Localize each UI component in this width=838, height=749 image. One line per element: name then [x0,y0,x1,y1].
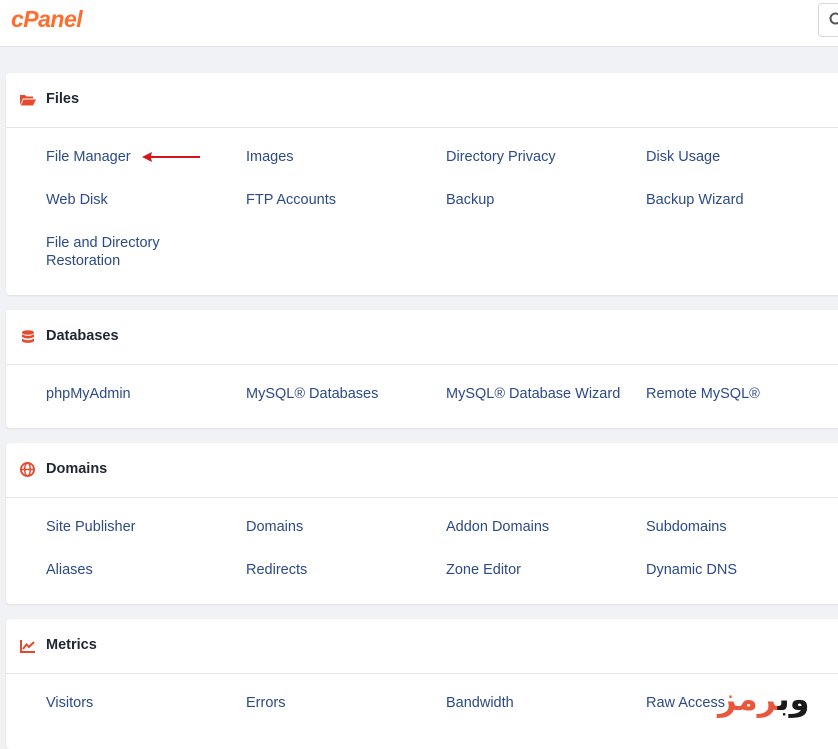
redirects-link[interactable]: Redirects [246,561,307,579]
section-title: Metrics [46,637,97,653]
top-bar: cPanel [0,0,838,47]
disk-usage-link[interactable]: Disk Usage [646,148,720,166]
addon-domains-link[interactable]: Addon Domains [446,518,549,536]
search-button[interactable] [818,3,838,37]
remote-mysql-link[interactable]: Remote MySQL® [646,385,760,403]
errors-link[interactable]: Errors [246,694,285,712]
phpmyadmin-link[interactable]: phpMyAdmin [46,385,131,403]
section-title: Files [46,91,79,107]
raw-access-link[interactable]: Raw Access [646,694,725,712]
aliases-link[interactable]: Aliases [46,561,93,579]
search-icon [829,12,838,28]
file-manager-link[interactable]: File Manager [46,148,131,166]
arrow-annotation-icon [140,150,202,164]
section-title: Databases [46,328,119,344]
cpanel-logo[interactable]: cPanel [11,6,82,33]
databases-section-header[interactable]: Databases [6,310,838,365]
domains-section: Domains Site Publisher Domains Addon Dom… [6,443,838,604]
zone-editor-link[interactable]: Zone Editor [446,561,521,579]
metrics-section-header[interactable]: Metrics [6,619,838,674]
backup-wizard-link[interactable]: Backup Wizard [646,191,744,209]
file-directory-restoration-link[interactable]: File and Directory Restoration [46,234,186,270]
mysql-database-wizard-link[interactable]: MySQL® Database Wizard [446,385,620,403]
backup-link[interactable]: Backup [446,191,494,209]
metrics-section: Metrics Visitors Errors Bandwidth Raw Ac… [6,619,838,749]
files-section: Files File Manager Images Directory Priv… [6,73,838,295]
globe-icon [20,462,35,477]
mysql-databases-link[interactable]: MySQL® Databases [246,385,378,403]
domains-link[interactable]: Domains [246,518,303,536]
domains-section-header[interactable]: Domains [6,443,838,498]
site-publisher-link[interactable]: Site Publisher [46,518,135,536]
watermark-part-1: وب [778,680,810,718]
images-link[interactable]: Images [246,148,294,166]
visitors-link[interactable]: Visitors [46,694,93,712]
files-section-header[interactable]: Files [6,73,838,128]
bandwidth-link[interactable]: Bandwidth [446,694,514,712]
watermark-part-2: رمز [718,680,778,718]
directory-privacy-link[interactable]: Directory Privacy [446,148,556,166]
folder-open-icon [20,93,36,107]
databases-section: Databases phpMyAdmin MySQL® Databases My… [6,310,838,428]
web-disk-link[interactable]: Web Disk [46,191,108,209]
ftp-accounts-link[interactable]: FTP Accounts [246,191,336,209]
database-icon [20,330,36,344]
chart-line-icon [20,639,36,653]
dynamic-dns-link[interactable]: Dynamic DNS [646,561,737,579]
subdomains-link[interactable]: Subdomains [646,518,727,536]
section-title: Domains [46,461,107,477]
watermark-logo: وبرمز [718,680,810,718]
